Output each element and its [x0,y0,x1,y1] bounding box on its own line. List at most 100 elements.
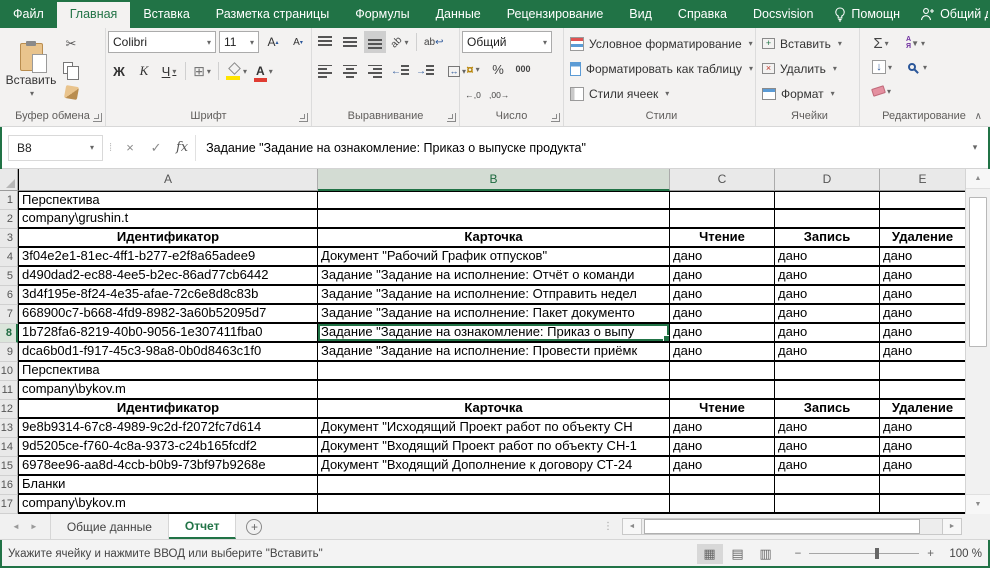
ribbon-tab-review[interactable]: Рецензирование [494,0,617,28]
format-painter-button[interactable] [60,81,82,103]
ribbon-tab-view[interactable]: Вид [616,0,665,28]
cell-B7[interactable]: Задание "Задание на исполнение: Пакет до… [318,305,670,324]
dialog-launcher-icon[interactable] [447,113,456,122]
cell-C14[interactable]: дано [670,438,775,457]
row-header-1[interactable]: 1 [0,191,18,210]
cell-D3[interactable]: Запись [775,229,880,248]
scroll-up-icon[interactable]: ▲ [966,169,990,189]
cell-E8[interactable]: дано [880,324,965,343]
column-header-B[interactable]: B [318,169,670,191]
align-top-button[interactable] [314,31,336,53]
cell-C8[interactable]: дано [670,324,775,343]
column-header-E[interactable]: E [880,169,965,191]
name-box[interactable]: B8 ▾ [8,135,103,161]
ribbon-tab-docsvision[interactable]: Docsvision [740,0,826,28]
cell-B9[interactable]: Задание "Задание на исполнение: Провести… [318,343,670,362]
cell-D17[interactable] [775,495,880,514]
cell-D10[interactable] [775,362,880,381]
column-header-C[interactable]: C [670,169,775,191]
normal-view-button[interactable]: ▦ [697,544,723,564]
row-header-4[interactable]: 4 [0,248,18,267]
cell-B6[interactable]: Задание "Задание на исполнение: Отправит… [318,286,670,305]
cell-E16[interactable] [880,476,965,495]
ribbon-tab-insert[interactable]: Вставка [130,0,202,28]
zoom-out-icon[interactable]: − [795,548,802,560]
cell-A8[interactable]: 1b728fa6-8219-40b0-9056-1e307411fba0 [18,324,318,343]
cell-E1[interactable] [880,191,965,210]
cell-E15[interactable]: дано [880,457,965,476]
select-all-corner[interactable] [0,169,18,191]
bold-button[interactable]: Ж [108,60,130,82]
cell-C3[interactable]: Чтение [670,229,775,248]
cell-E17[interactable] [880,495,965,514]
dialog-launcher-icon[interactable] [551,113,560,122]
format-cells-button[interactable]: Формат ▾ [762,81,857,106]
row-header-13[interactable]: 13 [0,419,18,438]
ribbon-tab-home[interactable]: Главная [57,0,131,28]
cell-C16[interactable] [670,476,775,495]
cell-E4[interactable]: дано [880,248,965,267]
accounting-format-button[interactable]: ¤▾ [462,58,484,80]
insert-function-button[interactable]: fx [169,135,195,161]
fill-color-button[interactable]: ▾ [224,60,249,82]
ribbon-tab-help[interactable]: Справка [665,0,740,28]
cell-D12[interactable]: Запись [775,400,880,419]
cell-B12[interactable]: Карточка [318,400,670,419]
next-sheet-icon[interactable]: ► [30,522,38,531]
page-layout-view-button[interactable]: ▤ [725,544,751,564]
cell-E14[interactable]: дано [880,438,965,457]
cell-E7[interactable]: дано [880,305,965,324]
cell-B4[interactable]: Документ "Рабочий График отпусков" [318,248,670,267]
cell-A5[interactable]: d490dad2-ec88-4ee5-b2ec-86ad77cb6442 [18,267,318,286]
row-header-11[interactable]: 11 [0,381,18,400]
ribbon-tab-file[interactable]: Файл [0,0,57,28]
cell-D6[interactable]: дано [775,286,880,305]
vertical-scrollbar-thumb[interactable] [969,197,987,347]
align-middle-button[interactable] [339,31,361,53]
row-header-2[interactable]: 2 [0,210,18,229]
copy-button[interactable]: ▾ [60,57,82,79]
cell-A7[interactable]: 668900c7-b668-4fd9-8982-3a60b52095d7 [18,305,318,324]
cell-B16[interactable] [318,476,670,495]
cell-B15[interactable]: Документ "Входящий Дополнение к договору… [318,457,670,476]
number-format-combo[interactable]: Общий▾ [462,31,552,53]
cell-D7[interactable]: дано [775,305,880,324]
cut-button[interactable]: ✂ [60,33,82,55]
zoom-slider-thumb[interactable] [875,548,879,559]
cell-A12[interactable]: Идентификатор [18,400,318,419]
insert-cells-button[interactable]: + Вставить ▾ [762,31,857,56]
cell-A6[interactable]: 3d4f195e-8f24-4e35-afae-72c6e8d8c83b [18,286,318,305]
font-name-combo[interactable]: Colibri▾ [108,31,216,53]
decrease-decimal-button[interactable]: ,00→ [487,84,511,106]
cell-B13[interactable]: Документ "Исходящий Проект работ по объе… [318,419,670,438]
comma-style-button[interactable]: 000 [512,58,534,80]
cell-D16[interactable] [775,476,880,495]
new-sheet-button[interactable]: + [246,519,262,535]
prev-sheet-icon[interactable]: ◄ [12,522,20,531]
zoom-slider[interactable] [809,553,919,554]
enter-button[interactable]: ✓ [143,135,169,161]
italic-button[interactable]: К [133,60,155,82]
cell-E9[interactable]: дано [880,343,965,362]
cell-B17[interactable] [318,495,670,514]
percent-style-button[interactable]: % [487,58,509,80]
horizontal-scrollbar[interactable]: ◄ ► [622,518,962,535]
expand-formula-bar-icon[interactable]: ▾ [964,142,986,153]
cell-C1[interactable] [670,191,775,210]
scroll-right-icon[interactable]: ► [942,518,962,535]
row-header-5[interactable]: 5 [0,267,18,286]
cell-D9[interactable]: дано [775,343,880,362]
cell-D4[interactable]: дано [775,248,880,267]
cell-A15[interactable]: 6978ee96-aa8d-4ccb-b0b9-73bf97b9268e [18,457,318,476]
paste-button[interactable]: Вставить ▾ [2,31,60,109]
formula-input[interactable]: Задание "Задание на ознакомление: Приказ… [195,135,964,161]
orientation-button[interactable]: ab▾ [389,31,411,53]
share-button[interactable]: Общий доступ [912,7,990,21]
ribbon-tab-layout[interactable]: Разметка страницы [203,0,342,28]
cell-D11[interactable] [775,381,880,400]
format-as-table-button[interactable]: Форматировать как таблицу ▾ [570,56,753,81]
align-center-button[interactable] [339,60,361,82]
formula-bar-handle[interactable]: ⁞ [109,142,111,154]
cell-E12[interactable]: Удаление [880,400,965,419]
fill-button[interactable]: ↓▾ [870,56,894,78]
